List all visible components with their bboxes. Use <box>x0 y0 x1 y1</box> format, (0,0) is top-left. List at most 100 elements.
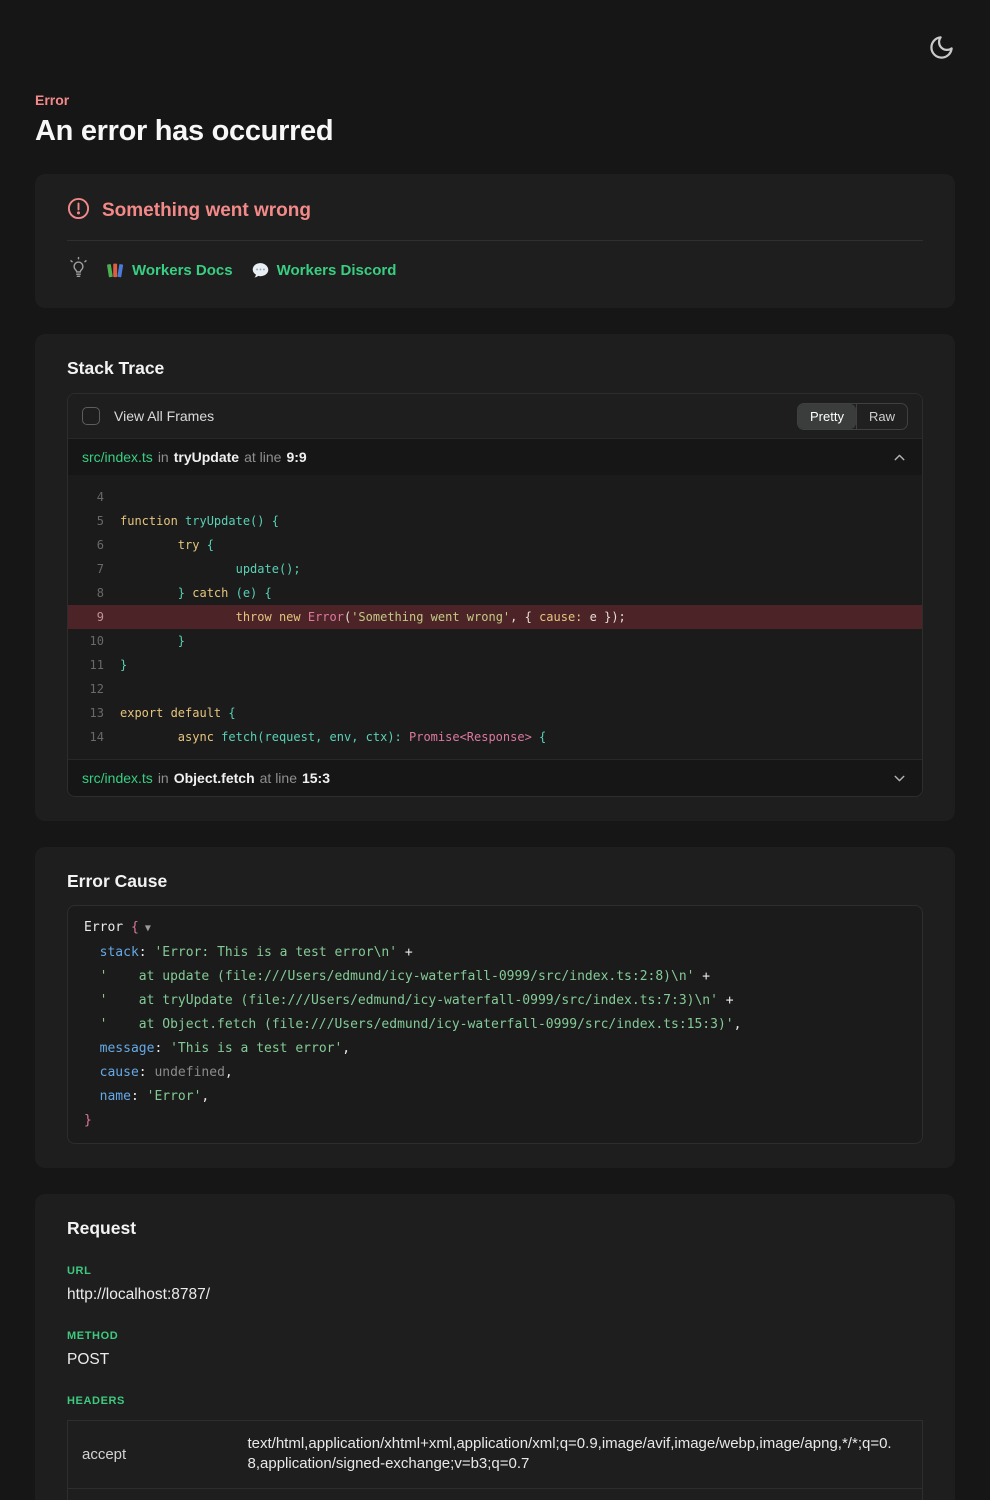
code-line: 7 update(); <box>68 557 922 581</box>
header-row: accepttext/html,application/xhtml+xml,ap… <box>68 1421 923 1489</box>
cause-line: message: 'This is a test error', <box>84 1037 906 1061</box>
cause-line: cause: undefined, <box>84 1061 906 1085</box>
line-number: 11 <box>78 653 104 677</box>
request-headers-body: accepttext/html,application/xhtml+xml,ap… <box>68 1421 923 1500</box>
cause-line: } <box>84 1109 906 1133</box>
frame-line-number: 9:9 <box>286 449 306 465</box>
request-title: Request <box>67 1218 923 1239</box>
workers-discord-link[interactable]: Workers Discord <box>251 261 397 280</box>
request-card: Request URL http://localhost:8787/ METHO… <box>35 1194 955 1500</box>
code-line: 10 } <box>68 629 922 653</box>
header-key: accept <box>68 1421 248 1489</box>
cause-line: ' at Object.fetch (file:///Users/edmund/… <box>84 1013 906 1037</box>
frame-in-label: in <box>158 449 169 465</box>
alert-circle-icon <box>67 197 90 225</box>
line-number: 6 <box>78 533 104 557</box>
workers-docs-link[interactable]: Workers Docs <box>106 261 233 280</box>
cause-line: name: 'Error', <box>84 1085 906 1109</box>
alert-heading: Something went wrong <box>102 200 311 222</box>
frame-file: src/index.ts <box>82 449 153 465</box>
line-number: 14 <box>78 725 104 749</box>
frame-function: Object.fetch <box>174 770 255 786</box>
error-page: Error An error has occurred Something we… <box>0 0 990 1500</box>
method-label: METHOD <box>67 1330 923 1342</box>
error-cause-title: Error Cause <box>67 871 923 892</box>
code-text: throw new Error('Something went wrong', … <box>120 605 626 629</box>
error-cause-dump: Error { ▼ stack: 'Error: This is a test … <box>67 905 923 1144</box>
code-line: 4 <box>68 485 922 509</box>
code-text <box>120 485 127 509</box>
help-links: Workers Docs Workers Discord <box>106 261 396 280</box>
code-line: 11} <box>68 653 922 677</box>
cause-line: stack: 'Error: This is a test error\n' + <box>84 941 906 965</box>
trace-toolbar: View All Frames PrettyRaw <box>68 394 922 438</box>
stack-frame-header[interactable]: src/index.ts in tryUpdate at line 9:9 <box>68 438 922 475</box>
frame-file: src/index.ts <box>82 770 153 786</box>
line-number: 10 <box>78 629 104 653</box>
cause-line: Error { ▼ <box>84 916 906 941</box>
stack-trace-panel: View All Frames PrettyRaw src/index.ts i… <box>67 393 923 797</box>
view-all-frames-label[interactable]: View All Frames <box>114 408 214 424</box>
source-code-block: 4 5function tryUpdate() {6 try {7 update… <box>68 475 922 759</box>
code-line: 14 async fetch(request, env, ctx): Promi… <box>68 725 922 749</box>
code-text: } <box>120 629 185 653</box>
speech-balloon-icon <box>251 261 270 280</box>
help-link-label: Workers Docs <box>132 262 233 279</box>
stack-trace-card: Stack Trace View All Frames PrettyRaw sr… <box>35 334 955 821</box>
method-value: POST <box>67 1351 923 1369</box>
code-line: 12 <box>68 677 922 701</box>
line-number: 7 <box>78 557 104 581</box>
theme-toggle-button[interactable] <box>926 34 956 64</box>
line-number: 13 <box>78 701 104 725</box>
header-row: accept-encodingbr, gzip <box>68 1488 923 1500</box>
code-text: function tryUpdate() { <box>120 509 279 533</box>
header-value: text/html,application/xhtml+xml,applicat… <box>248 1421 923 1489</box>
divider <box>67 240 923 241</box>
code-line: 5 function tryUpdate() { <box>68 509 922 533</box>
header-key: accept-encoding <box>68 1488 248 1500</box>
page-title: An error has occurred <box>35 115 955 148</box>
books-icon <box>106 261 125 280</box>
moon-icon <box>928 34 955 64</box>
line-number: 12 <box>78 677 104 701</box>
code-text: try { <box>120 533 214 557</box>
code-text: update(); <box>120 557 301 581</box>
url-label: URL <box>67 1265 923 1277</box>
lightbulb-icon <box>67 256 90 284</box>
code-line-highlighted: 9 throw new Error('Something went wrong'… <box>68 605 922 629</box>
stack-trace-title: Stack Trace <box>67 358 923 379</box>
request-headers-table: accepttext/html,application/xhtml+xml,ap… <box>67 1420 923 1500</box>
line-number: 5 <box>78 509 104 533</box>
url-value: http://localhost:8787/ <box>67 1286 923 1304</box>
line-number: 4 <box>78 485 104 509</box>
chevron-up-icon <box>891 449 908 466</box>
chevron-down-icon <box>891 770 908 787</box>
frame-at-label: at line <box>244 449 281 465</box>
line-number: 8 <box>78 581 104 605</box>
code-text: export default { <box>120 701 236 725</box>
code-text: } catch (e) { <box>120 581 272 605</box>
format-raw-button[interactable]: Raw <box>856 404 907 429</box>
code-line: 13 export default { <box>68 701 922 725</box>
alert-card: Something went wrong Workers DocsWorkers… <box>35 174 955 308</box>
error-cause-card: Error Cause Error { ▼ stack: 'Error: Thi… <box>35 847 955 1168</box>
collapse-triangle-icon[interactable]: ▼ <box>139 923 151 934</box>
view-all-frames-checkbox[interactable] <box>82 407 100 425</box>
code-text <box>120 677 127 701</box>
frame-function: tryUpdate <box>174 449 239 465</box>
frame-in-label: in <box>158 770 169 786</box>
headers-label: HEADERS <box>67 1395 923 1407</box>
code-text: async fetch(request, env, ctx): Promise<… <box>120 725 546 749</box>
format-pretty-button[interactable]: Pretty <box>798 404 856 429</box>
code-line: 8 } catch (e) { <box>68 581 922 605</box>
line-number: 9 <box>78 605 104 629</box>
stack-frame-header[interactable]: src/index.ts in Object.fetch at line 15:… <box>68 759 922 796</box>
format-toggle-group: PrettyRaw <box>797 403 908 430</box>
cause-line: ' at update (file:///Users/edmund/icy-wa… <box>84 965 906 989</box>
frame-line-number: 15:3 <box>302 770 330 786</box>
error-kicker: Error <box>35 0 955 108</box>
code-line: 6 try { <box>68 533 922 557</box>
code-text: } <box>120 653 127 677</box>
frame-at-label: at line <box>260 770 297 786</box>
cause-line: ' at tryUpdate (file:///Users/edmund/icy… <box>84 989 906 1013</box>
